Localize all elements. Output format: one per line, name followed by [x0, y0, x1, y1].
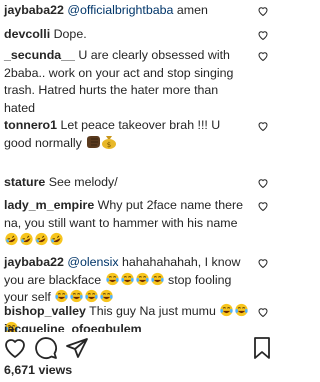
comment-text: Dope.: [50, 27, 87, 41]
comment-text: See melody/: [45, 175, 118, 189]
like-comment-heart-icon[interactable]: [257, 306, 269, 318]
comment-mention[interactable]: @officialbrightbaba: [67, 3, 173, 17]
comment-username[interactable]: stature: [4, 175, 45, 189]
comment-item: devcolli Dope.: [4, 26, 250, 44]
tears-of-joy-emoji-icon: [100, 289, 113, 303]
comment-item: stature See melody/: [4, 174, 250, 192]
tears-of-joy-emoji-icon: [70, 289, 83, 303]
rolling-laughing-emoji-icon: [35, 232, 48, 246]
comment-username[interactable]: jaybaba22: [4, 255, 64, 269]
comment-username[interactable]: jaybaba22: [4, 3, 64, 17]
svg-text:$: $: [107, 141, 111, 149]
tears-of-joy-emoji-icon: [220, 303, 233, 317]
comment-text: amen: [173, 3, 208, 17]
comment-username[interactable]: tonnero1: [4, 118, 57, 132]
oncoming-fist-icon: [87, 135, 101, 148]
comment-item: _secunda__ U are clearly obsessed with 2…: [4, 47, 250, 117]
comment-mention[interactable]: @olensix: [67, 255, 118, 269]
tears-of-joy-emoji-icon: [135, 272, 149, 285]
comment-username[interactable]: _secunda__: [4, 48, 75, 62]
tears-of-joy-emoji-icon: [120, 272, 134, 285]
comment-icon[interactable]: [34, 336, 58, 360]
comment-username[interactable]: jacqueline_ofoegbulem: [4, 322, 142, 332]
comment-username[interactable]: bishop_valley: [4, 304, 86, 318]
rolling-laughing-emoji-icon: [50, 232, 63, 246]
like-comment-heart-icon[interactable]: [257, 29, 269, 41]
comment-item: jaybaba22 @officialbrightbaba amen: [4, 2, 250, 20]
comment-item: jaybaba22 @olensix hahahahahah, I know y…: [4, 254, 250, 307]
comment-item: jacqueline_ofoegbulem: [4, 321, 250, 332]
post-action-bar: [0, 332, 279, 362]
instagram-post-comments: jaybaba22 @officialbrightbaba amen devco…: [0, 0, 279, 382]
send-icon[interactable]: [65, 336, 89, 360]
tears-of-joy-emoji-icon: [85, 289, 98, 303]
comment-username[interactable]: lady_m_empire: [4, 198, 94, 212]
like-comment-heart-icon[interactable]: [257, 177, 269, 189]
money-bag-icon: $: [102, 135, 117, 149]
like-comment-heart-icon[interactable]: [257, 200, 269, 212]
comment-item: tonnero1 Let peace takeover brah !!! U g…: [4, 117, 250, 152]
tears-of-joy-emoji-icon: [55, 289, 68, 303]
view-count: 6,671 views: [4, 363, 73, 377]
tears-of-joy-emoji-icon: [235, 303, 248, 317]
like-comment-heart-icon[interactable]: [257, 120, 269, 132]
like-comment-heart-icon[interactable]: [257, 5, 269, 17]
rolling-laughing-emoji-icon: [20, 232, 33, 246]
comment-username[interactable]: devcolli: [4, 27, 50, 41]
like-comment-heart-icon[interactable]: [257, 257, 269, 269]
tears-of-joy-emoji-icon: [105, 272, 119, 285]
rolling-laughing-emoji-icon: [5, 232, 18, 246]
comment-item: lady_m_empire Why put 2face name there n…: [4, 197, 250, 250]
tears-of-joy-emoji-icon: [150, 272, 164, 285]
comment-text: This guy Na just mumu: [85, 304, 220, 318]
comments-list: jaybaba22 @officialbrightbaba amen devco…: [0, 0, 279, 332]
bookmark-icon[interactable]: [250, 336, 274, 360]
like-comment-heart-icon[interactable]: [257, 50, 269, 62]
heart-icon[interactable]: [3, 336, 27, 360]
